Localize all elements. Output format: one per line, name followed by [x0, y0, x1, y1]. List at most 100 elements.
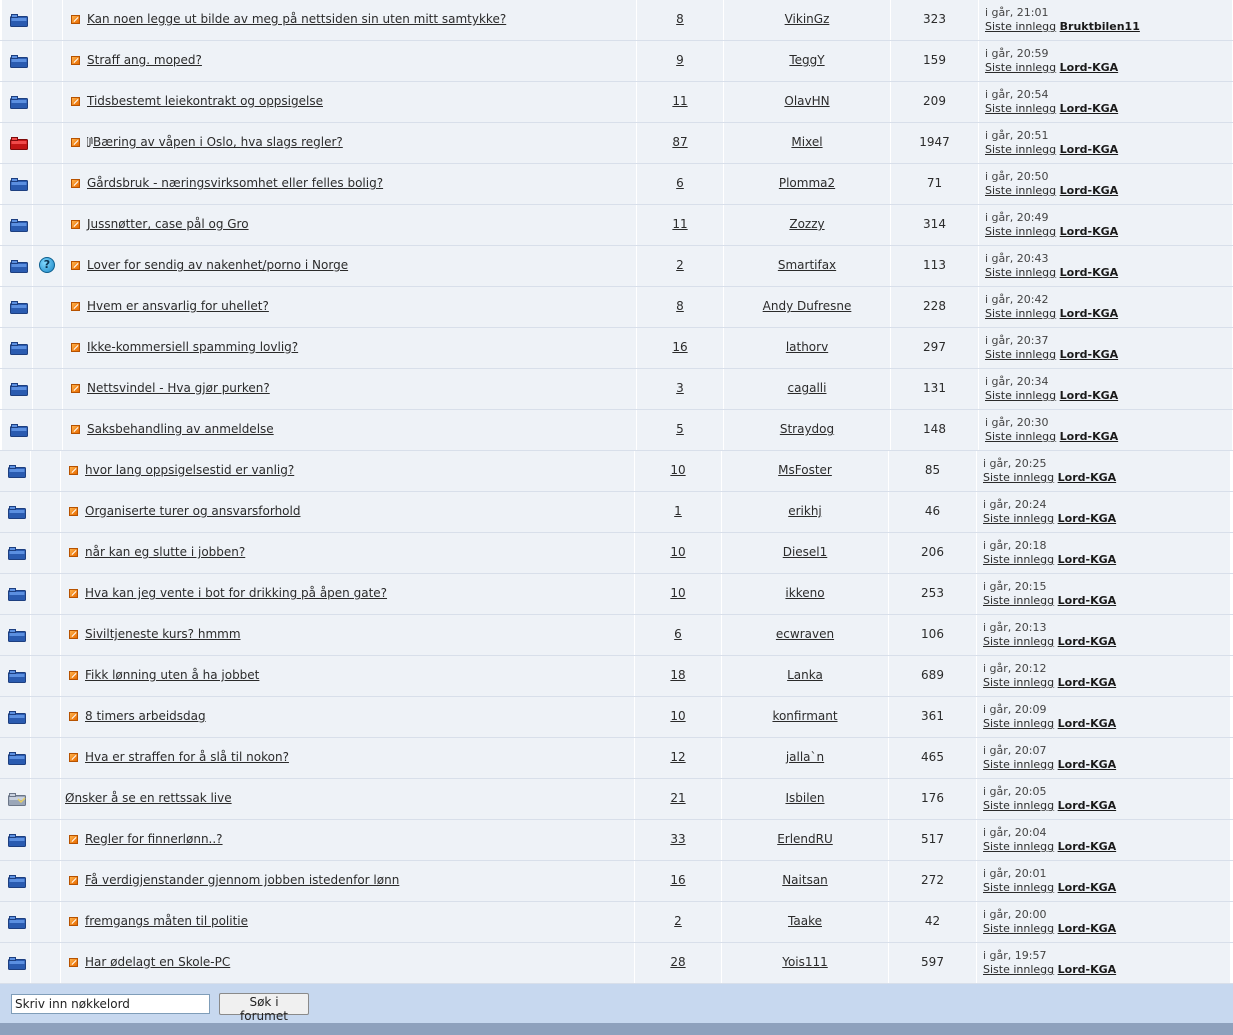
replies-link[interactable]: 6 [637, 176, 723, 190]
last-post-link[interactable]: Siste innlegg [985, 266, 1056, 279]
replies-link[interactable]: 21 [635, 791, 721, 805]
author-link[interactable]: Isbilen [722, 791, 888, 805]
author-link[interactable]: jalla`n [722, 750, 888, 764]
last-post-link[interactable]: Siste innlegg [985, 102, 1056, 115]
thread-title[interactable]: Saksbehandling av anmeldelse [87, 422, 274, 436]
new-post-icon[interactable] [69, 958, 78, 967]
last-post-link[interactable]: Siste innlegg [983, 758, 1054, 771]
author-link[interactable]: Diesel1 [722, 545, 888, 559]
replies-link[interactable]: 11 [637, 94, 723, 108]
thread-title[interactable]: Hva kan jeg vente i bot for drikking på … [85, 586, 387, 600]
replies-link[interactable]: 10 [635, 586, 721, 600]
last-post-link[interactable]: Siste innlegg [983, 840, 1054, 853]
last-post-user[interactable]: Lord-KGA [1058, 553, 1117, 566]
thread-title[interactable]: Hva er straffen for å slå til nokon? [85, 750, 289, 764]
author-link[interactable]: TeggY [724, 53, 890, 67]
author-link[interactable]: lathorv [724, 340, 890, 354]
replies-link[interactable]: 16 [637, 340, 723, 354]
replies-link[interactable]: 5 [637, 422, 723, 436]
last-post-link[interactable]: Siste innlegg [983, 717, 1054, 730]
search-button[interactable]: Søk i forumet [219, 993, 309, 1023]
new-post-icon[interactable] [71, 302, 80, 311]
thread-title[interactable]: Kan noen legge ut bilde av meg på nettsi… [87, 12, 506, 26]
last-post-link[interactable]: Siste innlegg [983, 881, 1054, 894]
last-post-link[interactable]: Siste innlegg [983, 512, 1054, 525]
new-post-icon[interactable] [69, 507, 78, 516]
author-link[interactable]: cagalli [724, 381, 890, 395]
replies-link[interactable]: 16 [635, 873, 721, 887]
replies-link[interactable]: 10 [635, 463, 721, 477]
author-link[interactable]: Smartifax [724, 258, 890, 272]
new-post-icon[interactable] [69, 917, 78, 926]
thread-title[interactable]: Ønsker å se en rettssak live [65, 791, 232, 805]
thread-title[interactable]: Hvem er ansvarlig for uhellet? [87, 299, 269, 313]
new-post-icon[interactable] [71, 384, 80, 393]
replies-link[interactable]: 18 [635, 668, 721, 682]
author-link[interactable]: konfirmant [722, 709, 888, 723]
replies-link[interactable]: 8 [637, 299, 723, 313]
last-post-user[interactable]: Lord-KGA [1060, 184, 1119, 197]
thread-title[interactable]: Organiserte turer og ansvarsforhold [85, 504, 300, 518]
author-link[interactable]: OlavHN [724, 94, 890, 108]
last-post-link[interactable]: Siste innlegg [985, 348, 1056, 361]
thread-title[interactable]: Straff ang. moped? [87, 53, 202, 67]
new-post-icon[interactable] [69, 835, 78, 844]
thread-title[interactable]: når kan eg slutte i jobben? [85, 545, 245, 559]
last-post-user[interactable]: Lord-KGA [1060, 348, 1119, 361]
replies-link[interactable]: 11 [637, 217, 723, 231]
last-post-user[interactable]: Lord-KGA [1060, 143, 1119, 156]
author-link[interactable]: Zozzy [724, 217, 890, 231]
author-link[interactable]: Yois111 [722, 955, 888, 969]
last-post-user[interactable]: Lord-KGA [1060, 389, 1119, 402]
last-post-link[interactable]: Siste innlegg [985, 225, 1056, 238]
thread-title[interactable]: Lover for sendig av nakenhet/porno i Nor… [87, 258, 348, 272]
new-post-icon[interactable] [69, 671, 78, 680]
new-post-icon[interactable] [69, 753, 78, 762]
thread-title[interactable]: Ikke-kommersiell spamming lovlig? [87, 340, 298, 354]
thread-title[interactable]: Tidsbestemt leiekontrakt og oppsigelse [87, 94, 323, 108]
replies-link[interactable]: 8 [637, 12, 723, 26]
new-post-icon[interactable] [71, 56, 80, 65]
last-post-user[interactable]: Bruktbilen11 [1060, 20, 1140, 33]
last-post-link[interactable]: Siste innlegg [983, 676, 1054, 689]
thread-title[interactable]: 8 timers arbeidsdag [85, 709, 206, 723]
author-link[interactable]: Lanka [722, 668, 888, 682]
last-post-link[interactable]: Siste innlegg [983, 963, 1054, 976]
replies-link[interactable]: 2 [635, 914, 721, 928]
new-post-icon[interactable] [69, 589, 78, 598]
replies-link[interactable]: 9 [637, 53, 723, 67]
replies-link[interactable]: 1 [635, 504, 721, 518]
last-post-link[interactable]: Siste innlegg [985, 20, 1056, 33]
last-post-link[interactable]: Siste innlegg [983, 922, 1054, 935]
thread-title[interactable]: Fikk lønning uten å ha jobbet [85, 668, 259, 682]
last-post-user[interactable]: Lord-KGA [1058, 676, 1117, 689]
thread-title[interactable]: Jussnøtter, case pål og Gro [87, 217, 249, 231]
last-post-user[interactable]: Lord-KGA [1058, 922, 1117, 935]
last-post-user[interactable]: Lord-KGA [1060, 102, 1119, 115]
author-link[interactable]: Taake [722, 914, 888, 928]
last-post-user[interactable]: Lord-KGA [1058, 471, 1117, 484]
last-post-link[interactable]: Siste innlegg [983, 635, 1054, 648]
replies-link[interactable]: 28 [635, 955, 721, 969]
thread-title[interactable]: Få verdigjenstander gjennom jobben isted… [85, 873, 399, 887]
last-post-user[interactable]: Lord-KGA [1058, 881, 1117, 894]
thread-title[interactable]: Bæring av våpen i Oslo, hva slags regler… [86, 135, 343, 149]
new-post-icon[interactable] [69, 548, 78, 557]
replies-link[interactable]: 2 [637, 258, 723, 272]
new-post-icon[interactable] [71, 425, 80, 434]
new-post-icon[interactable] [71, 220, 80, 229]
last-post-link[interactable]: Siste innlegg [985, 430, 1056, 443]
thread-title[interactable]: Gårdsbruk - næringsvirksomhet eller fell… [87, 176, 383, 190]
replies-link[interactable]: 87 [637, 135, 723, 149]
thread-title[interactable]: Nettsvindel - Hva gjør purken? [87, 381, 270, 395]
replies-link[interactable]: 10 [635, 545, 721, 559]
last-post-user[interactable]: Lord-KGA [1058, 717, 1117, 730]
last-post-link[interactable]: Siste innlegg [983, 594, 1054, 607]
last-post-user[interactable]: Lord-KGA [1058, 594, 1117, 607]
new-post-icon[interactable] [71, 261, 80, 270]
last-post-link[interactable]: Siste innlegg [985, 389, 1056, 402]
new-post-icon[interactable] [71, 138, 80, 147]
author-link[interactable]: erikhj [722, 504, 888, 518]
last-post-link[interactable]: Siste innlegg [985, 307, 1056, 320]
thread-title[interactable]: Siviltjeneste kurs? hmmm [85, 627, 241, 641]
